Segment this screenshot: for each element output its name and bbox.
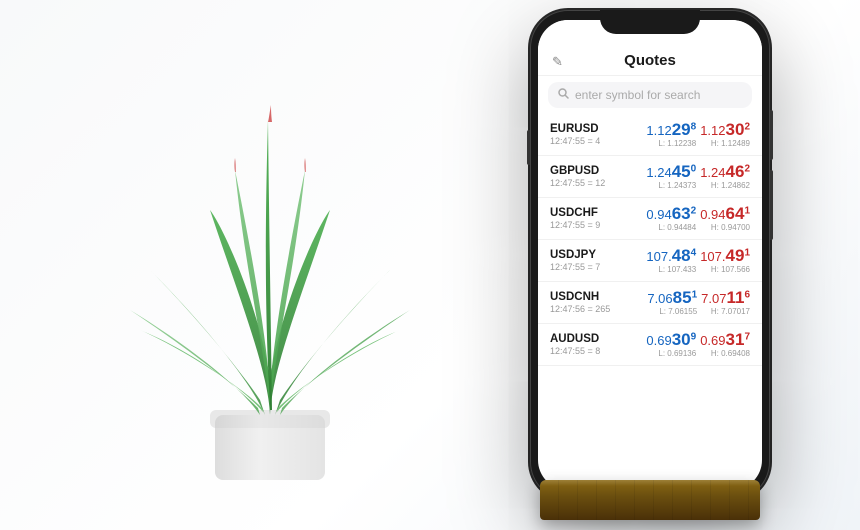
ask-price: 7.07116 H: 7.07017 — [701, 289, 750, 316]
search-placeholder: enter symbol for search — [575, 88, 700, 102]
quote-time: 12:47:55 = 9 — [550, 220, 646, 230]
ask-price: 1.24462 H: 1.24862 — [700, 163, 750, 190]
quote-row[interactable]: USDJPY 12:47:55 = 7 107.484 L: 107.433 1… — [538, 240, 762, 282]
quote-time: 12:47:55 = 12 — [550, 178, 646, 188]
plant-decoration — [120, 70, 420, 490]
ask-value: 107.491 — [700, 247, 750, 264]
ask-price: 0.69317 H: 0.69408 — [700, 331, 750, 358]
phone-mockup: ✎ Quotes enter symbol for search EURUSD … — [520, 10, 780, 520]
edit-icon[interactable]: ✎ — [552, 54, 563, 70]
quote-time: 12:47:55 = 4 — [550, 136, 646, 146]
quote-row[interactable]: EURUSD 12:47:55 = 4 1.12298 L: 1.12238 1… — [538, 114, 762, 156]
ask-value: 1.12302 — [700, 121, 750, 138]
quote-info: GBPUSD 12:47:55 = 12 — [550, 165, 646, 188]
ask-price: 0.94641 H: 0.94700 — [700, 205, 750, 232]
quote-row[interactable]: AUDUSD 12:47:55 = 8 0.69309 L: 0.69136 0… — [538, 324, 762, 366]
bid-low: L: 107.433 — [646, 265, 696, 274]
app-header: ✎ Quotes — [538, 48, 762, 76]
bid-low: L: 1.12238 — [646, 139, 696, 148]
quotes-list: EURUSD 12:47:55 = 4 1.12298 L: 1.12238 1… — [538, 114, 762, 490]
bid-value: 1.24450 — [646, 163, 696, 180]
ask-price: 107.491 H: 107.566 — [700, 247, 750, 274]
ask-price: 1.12302 H: 1.12489 — [700, 121, 750, 148]
bid-value: 0.94632 — [646, 205, 696, 222]
bid-value: 1.12298 — [646, 121, 696, 138]
ask-value: 0.69317 — [700, 331, 750, 348]
bid-value: 7.06851 — [647, 289, 697, 306]
quote-time: 12:47:55 = 8 — [550, 346, 646, 356]
ask-high: H: 0.69408 — [700, 349, 750, 358]
ask-value: 1.24462 — [700, 163, 750, 180]
search-bar[interactable]: enter symbol for search — [548, 82, 752, 108]
quote-row[interactable]: USDCHF 12:47:55 = 9 0.94632 L: 0.94484 0… — [538, 198, 762, 240]
ask-high: H: 1.12489 — [700, 139, 750, 148]
search-icon — [558, 88, 569, 102]
ask-high: H: 107.566 — [700, 265, 750, 274]
bid-price: 107.484 L: 107.433 — [646, 247, 696, 274]
quote-symbol: AUDUSD — [550, 333, 646, 345]
bid-price: 0.94632 L: 0.94484 — [646, 205, 696, 232]
bid-value: 0.69309 — [646, 331, 696, 348]
quote-time: 12:47:56 = 265 — [550, 304, 647, 314]
ask-high: H: 7.07017 — [701, 307, 750, 316]
bid-low: L: 7.06155 — [647, 307, 697, 316]
quote-symbol: USDJPY — [550, 249, 646, 261]
phone-power-button-2 — [770, 170, 773, 240]
bid-price: 7.06851 L: 7.06155 — [647, 289, 697, 316]
phone-power-button — [770, 110, 773, 160]
ask-high: H: 0.94700 — [700, 223, 750, 232]
wood-stand — [540, 480, 760, 520]
quote-info: EURUSD 12:47:55 = 4 — [550, 123, 646, 146]
quote-row[interactable]: GBPUSD 12:47:55 = 12 1.24450 L: 1.24373 … — [538, 156, 762, 198]
bid-low: L: 0.69136 — [646, 349, 696, 358]
ask-value: 0.94641 — [700, 205, 750, 222]
bid-price: 1.24450 L: 1.24373 — [646, 163, 696, 190]
ask-value: 7.07116 — [701, 289, 750, 306]
quote-info: USDJPY 12:47:55 = 7 — [550, 249, 646, 272]
quote-info: USDCNH 12:47:56 = 265 — [550, 291, 647, 314]
quote-row[interactable]: USDCNH 12:47:56 = 265 7.06851 L: 7.06155… — [538, 282, 762, 324]
ask-high: H: 1.24862 — [700, 181, 750, 190]
bid-value: 107.484 — [646, 247, 696, 264]
phone-notch — [600, 10, 700, 34]
phone-screen: ✎ Quotes enter symbol for search EURUSD … — [538, 20, 762, 490]
bid-price: 1.12298 L: 1.12238 — [646, 121, 696, 148]
quote-symbol: USDCHF — [550, 207, 646, 219]
phone-body: ✎ Quotes enter symbol for search EURUSD … — [530, 10, 770, 500]
bid-low: L: 1.24373 — [646, 181, 696, 190]
bid-price: 0.69309 L: 0.69136 — [646, 331, 696, 358]
quote-symbol: GBPUSD — [550, 165, 646, 177]
bid-low: L: 0.94484 — [646, 223, 696, 232]
quote-prices: 107.484 L: 107.433 107.491 H: 107.566 — [646, 247, 750, 274]
quote-time: 12:47:55 = 7 — [550, 262, 646, 272]
phone-volume-button — [527, 130, 530, 165]
quote-symbol: USDCNH — [550, 291, 647, 303]
quote-info: AUDUSD 12:47:55 = 8 — [550, 333, 646, 356]
quote-info: USDCHF 12:47:55 = 9 — [550, 207, 646, 230]
quote-symbol: EURUSD — [550, 123, 646, 135]
quote-prices: 1.12298 L: 1.12238 1.12302 H: 1.12489 — [646, 121, 750, 148]
quote-prices: 1.24450 L: 1.24373 1.24462 H: 1.24862 — [646, 163, 750, 190]
quote-prices: 0.94632 L: 0.94484 0.94641 H: 0.94700 — [646, 205, 750, 232]
quote-prices: 0.69309 L: 0.69136 0.69317 H: 0.69408 — [646, 331, 750, 358]
app-title: Quotes — [624, 52, 676, 69]
quote-prices: 7.06851 L: 7.06155 7.07116 H: 7.07017 — [647, 289, 750, 316]
